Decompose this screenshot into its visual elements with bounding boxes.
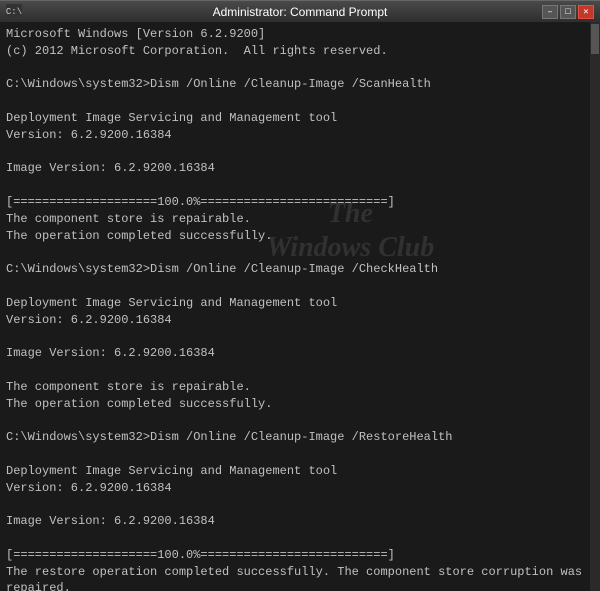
titlebar-left: C:\ (6, 4, 22, 20)
terminal-output: Microsoft Windows [Version 6.2.9200] (c)… (6, 26, 594, 591)
cmd-icon: C:\ (6, 4, 22, 20)
window-title: Administrator: Command Prompt (0, 5, 600, 19)
scrollbar[interactable] (590, 22, 600, 591)
minimize-button[interactable]: – (542, 5, 558, 19)
titlebar: C:\ Administrator: Command Prompt – □ ✕ (0, 0, 600, 22)
terminal-window: Microsoft Windows [Version 6.2.9200] (c)… (0, 22, 600, 591)
window-controls: – □ ✕ (542, 5, 594, 19)
close-button[interactable]: ✕ (578, 5, 594, 19)
maximize-button[interactable]: □ (560, 5, 576, 19)
scrollbar-thumb[interactable] (591, 24, 599, 54)
